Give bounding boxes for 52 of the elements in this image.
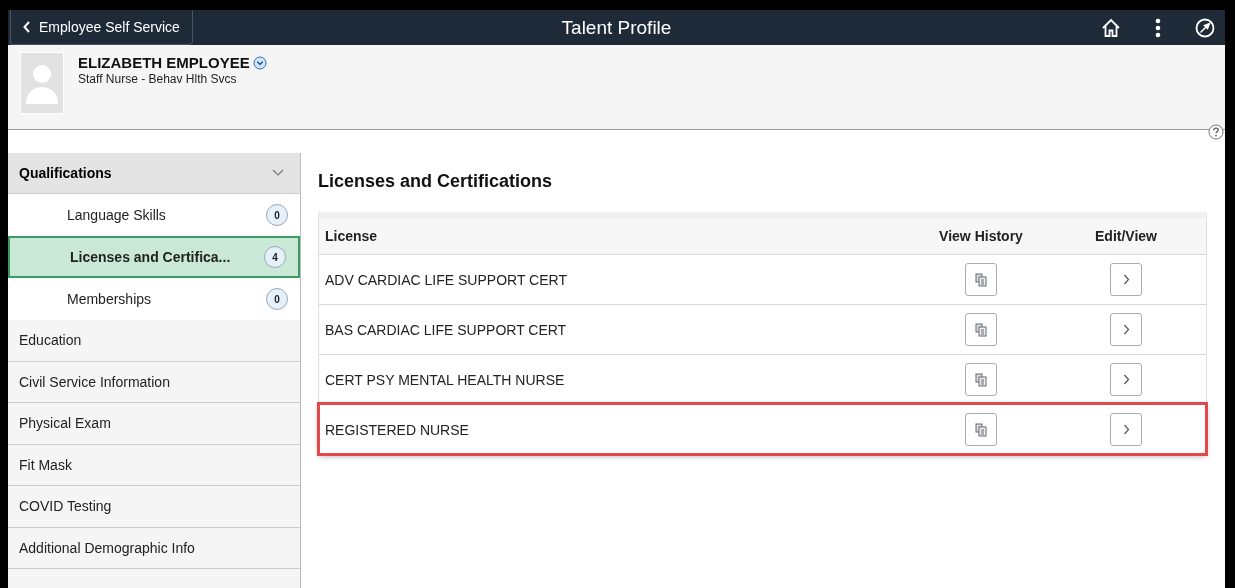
column-header: View History: [938, 228, 1024, 244]
count-badge: 0: [266, 288, 288, 310]
sidebar-subitem[interactable]: Licenses and Certifica... 4: [8, 236, 300, 278]
chevron-right-icon: [1122, 424, 1130, 435]
history-button[interactable]: [965, 363, 997, 396]
sidebar-subitem[interactable]: Language Skills 0: [8, 194, 300, 236]
home-icon[interactable]: [1101, 17, 1121, 38]
page-title: Talent Profile: [561, 16, 672, 39]
sidebar-item[interactable]: Civil Service Information: [8, 361, 300, 403]
chevron-right-icon: [1122, 274, 1130, 285]
column-header: Edit/View: [1094, 228, 1158, 244]
sidebar-item[interactable]: Additional Demographic Info: [8, 527, 300, 569]
chevron-right-icon: [1122, 374, 1130, 385]
section-label: Qualifications: [19, 165, 112, 181]
more-options-icon[interactable]: [1155, 17, 1161, 38]
back-button[interactable]: Employee Self Service: [10, 10, 193, 45]
count-badge: 4: [264, 246, 286, 268]
job-title: Staff Nurse - Behav Hlth Svcs: [78, 72, 238, 86]
employee-name: ELIZABETH EMPLOYEE: [78, 54, 250, 71]
dropdown-icon[interactable]: [252, 55, 267, 70]
sidebar-item[interactable]: COVID Testing: [8, 486, 300, 528]
column-header: License: [324, 228, 379, 244]
edit-button[interactable]: [1110, 313, 1142, 346]
sidebar-item[interactable]: Education: [8, 320, 300, 362]
edit-button[interactable]: [1110, 363, 1142, 396]
avatar-icon: [20, 52, 64, 114]
table-cell-text: CERT PSY MENTAL HEALTH NURSE: [324, 371, 566, 388]
edit-button[interactable]: [1110, 263, 1142, 296]
table-cell-text: ADV CARDIAC LIFE SUPPORT CERT: [324, 271, 568, 288]
documents-icon: [975, 422, 987, 437]
edit-button[interactable]: [1110, 413, 1142, 446]
history-button[interactable]: [965, 263, 997, 296]
subitem-label: Licenses and Certifica...: [70, 249, 231, 265]
documents-icon: [975, 272, 987, 287]
table-cell-text: REGISTERED NURSE: [324, 421, 470, 438]
section-title: Licenses and Certifications: [318, 171, 554, 192]
documents-icon: [975, 322, 987, 337]
compass-icon[interactable]: [1195, 17, 1215, 38]
documents-icon: [975, 372, 987, 387]
history-button[interactable]: [965, 413, 997, 446]
help-icon[interactable]: [1208, 124, 1224, 140]
history-button[interactable]: [965, 313, 997, 346]
chevron-left-icon: [23, 21, 31, 33]
subitem-label: Memberships: [67, 291, 152, 307]
sidebar-subitem[interactable]: Memberships 0: [8, 278, 300, 320]
count-badge: 0: [266, 204, 288, 226]
table-cell-text: BAS CARDIAC LIFE SUPPORT CERT: [324, 321, 568, 338]
sidebar-item[interactable]: Fit Mask: [8, 444, 300, 486]
sidebar-item[interactable]: Physical Exam: [8, 403, 300, 445]
section-header[interactable]: Qualifications: [8, 153, 300, 194]
chevron-right-icon: [1122, 324, 1130, 335]
subitem-label: Language Skills: [67, 207, 166, 223]
